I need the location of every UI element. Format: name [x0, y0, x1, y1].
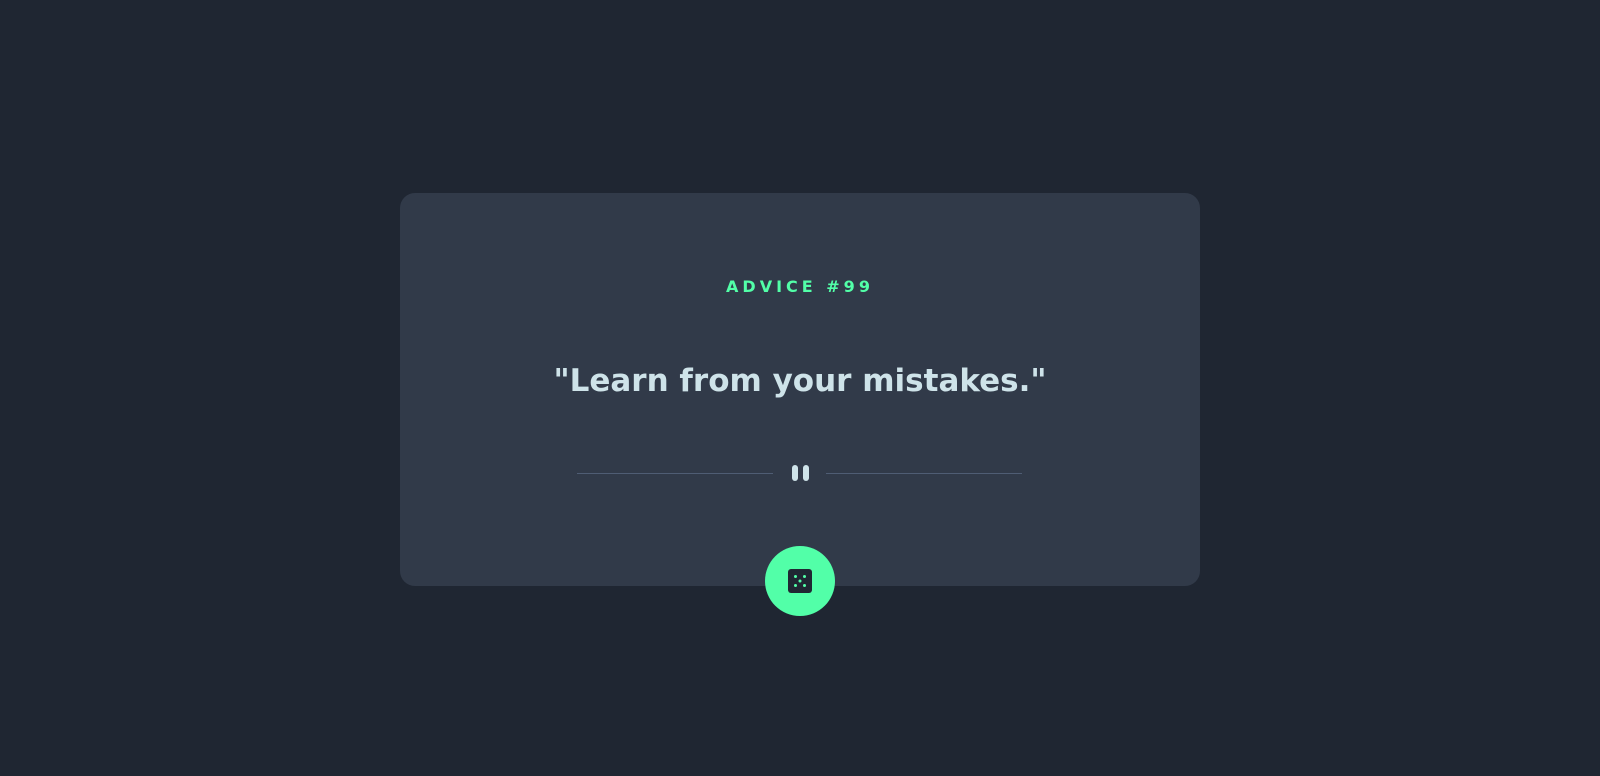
pause-bar-left	[792, 465, 798, 481]
pattern-divider	[577, 462, 1022, 486]
pause-icon	[790, 465, 812, 483]
dice-icon	[788, 569, 812, 593]
pause-bar-right	[803, 465, 809, 481]
advice-card: ADVICE #99 "Learn from your mistakes."	[400, 193, 1200, 586]
advice-id-label: ADVICE #99	[726, 277, 874, 296]
advice-quote: "Learn from your mistakes."	[553, 363, 1047, 399]
divider-line-right	[826, 473, 1022, 474]
divider-line-left	[577, 473, 773, 474]
new-advice-button[interactable]	[765, 546, 835, 616]
